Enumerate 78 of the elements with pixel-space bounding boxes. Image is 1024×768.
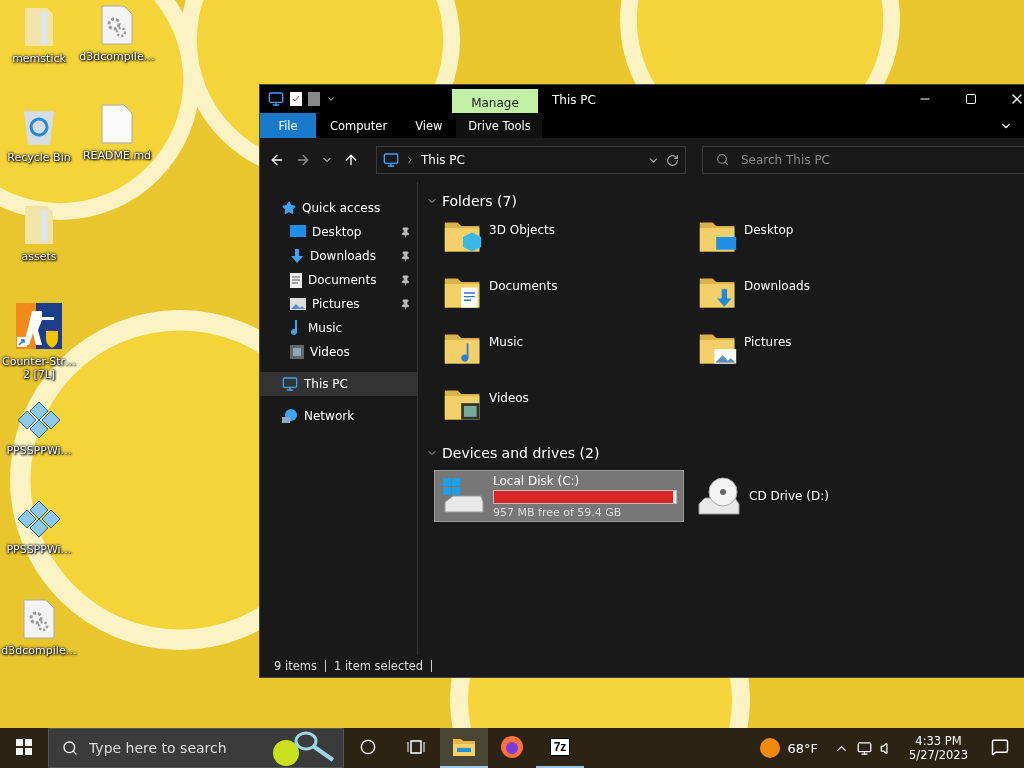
computer-icon bbox=[268, 91, 284, 107]
folder-item[interactable]: Documents bbox=[442, 272, 697, 328]
ppsspp-icon bbox=[16, 499, 62, 539]
sidebar-item[interactable]: Desktop bbox=[260, 220, 417, 244]
window-title: This PC bbox=[551, 92, 597, 109]
sun-icon bbox=[759, 738, 780, 758]
film-icon bbox=[290, 345, 304, 359]
temperature: 68°F bbox=[787, 740, 819, 756]
sidebar-item[interactable]: This PC bbox=[260, 372, 417, 396]
folder-icon bbox=[452, 737, 476, 757]
status-text: 1 item selected bbox=[333, 659, 424, 673]
drive-label: Local Disk (C:) bbox=[493, 473, 581, 488]
chevron-icon bbox=[405, 155, 415, 165]
windows-icon bbox=[16, 739, 32, 755]
group-header: Folders (7) bbox=[442, 193, 517, 209]
cd-drive-icon bbox=[697, 476, 741, 516]
ribbon-tab[interactable]: View bbox=[401, 113, 457, 138]
sidebar-item[interactable]: Pictures bbox=[260, 292, 417, 316]
network-icon[interactable] bbox=[857, 740, 873, 756]
clock[interactable]: 4:33 PM 5/27/2023 bbox=[901, 728, 976, 768]
file-icon bbox=[100, 103, 134, 145]
task-view-icon bbox=[407, 739, 425, 755]
search-icon bbox=[62, 740, 78, 756]
network-icon bbox=[282, 408, 298, 424]
sidebar-item[interactable]: Network bbox=[260, 404, 417, 428]
customize-toolbar-icon[interactable] bbox=[326, 94, 336, 104]
time: 4:33 PM bbox=[915, 734, 962, 748]
drive-label: CD Drive (D:) bbox=[749, 489, 830, 503]
status-text: 9 items bbox=[274, 659, 317, 673]
date: 5/27/2023 bbox=[909, 748, 968, 762]
taskbar-app-button[interactable]: 7z bbox=[536, 728, 584, 768]
game-shortcut-icon bbox=[14, 301, 64, 351]
settings-file-icon bbox=[100, 4, 134, 46]
maximize-icon bbox=[965, 93, 977, 105]
search-icon bbox=[716, 153, 729, 166]
address-text: This PC bbox=[421, 153, 466, 167]
arrow-left-icon bbox=[269, 152, 285, 168]
folder-item[interactable]: Pictures bbox=[697, 328, 952, 384]
download-icon bbox=[290, 249, 304, 263]
properties-icon[interactable] bbox=[290, 92, 302, 106]
firefox-icon bbox=[500, 735, 524, 759]
context-tab-header: Manage bbox=[452, 89, 538, 113]
chat-bubble-icon bbox=[991, 738, 1009, 756]
arrow-right-icon bbox=[295, 152, 311, 168]
document-icon bbox=[290, 272, 302, 288]
sidebar-item[interactable]: Downloads bbox=[260, 244, 417, 268]
hard-drive-icon bbox=[441, 476, 485, 516]
folder-item[interactable]: Downloads bbox=[697, 272, 952, 328]
app-icon: 7z bbox=[549, 738, 571, 756]
drive-free-space: 957 MB free of 59.4 GB bbox=[493, 505, 623, 519]
settings-file-icon bbox=[22, 598, 56, 640]
sidebar-item[interactable]: Music bbox=[260, 316, 417, 340]
computer-icon bbox=[383, 152, 399, 168]
sidebar-item[interactable]: Documents bbox=[260, 268, 417, 292]
ribbon-tab[interactable]: File bbox=[260, 113, 316, 138]
folder-item[interactable]: Videos bbox=[442, 384, 697, 440]
star-icon bbox=[282, 201, 296, 215]
weather-widget[interactable]: 68°F bbox=[749, 728, 829, 768]
folder-item[interactable]: 3D Objects bbox=[442, 216, 697, 272]
folder-item[interactable]: Desktop bbox=[697, 216, 952, 272]
picture-icon bbox=[290, 298, 306, 310]
group-header: Devices and drives (2) bbox=[442, 445, 600, 461]
drive-item[interactable]: Local Disk (C:) 957 MB free of 59.4 GB bbox=[434, 470, 684, 522]
taskbar-app-button[interactable] bbox=[440, 728, 488, 768]
ribbon-tab[interactable]: Drive Tools bbox=[456, 113, 543, 138]
desktop-icon bbox=[290, 225, 306, 239]
sidebar-item[interactable]: Quick access bbox=[260, 196, 417, 220]
ppsspp-icon bbox=[16, 400, 62, 440]
circle-icon bbox=[360, 739, 376, 755]
computer-icon bbox=[282, 376, 298, 392]
folder-item[interactable]: Music bbox=[442, 328, 697, 384]
taskbar-search-field[interactable]: Type here to search bbox=[48, 728, 344, 768]
refresh-icon[interactable] bbox=[666, 153, 679, 167]
search-field[interactable]: Search This PC bbox=[702, 146, 1024, 174]
drive-item[interactable]: CD Drive (D:) bbox=[690, 470, 945, 522]
address-bar[interactable]: This PC bbox=[376, 146, 686, 174]
sidebar-item[interactable]: Videos bbox=[260, 340, 417, 364]
ribbon-tab[interactable]: Computer bbox=[316, 113, 402, 138]
